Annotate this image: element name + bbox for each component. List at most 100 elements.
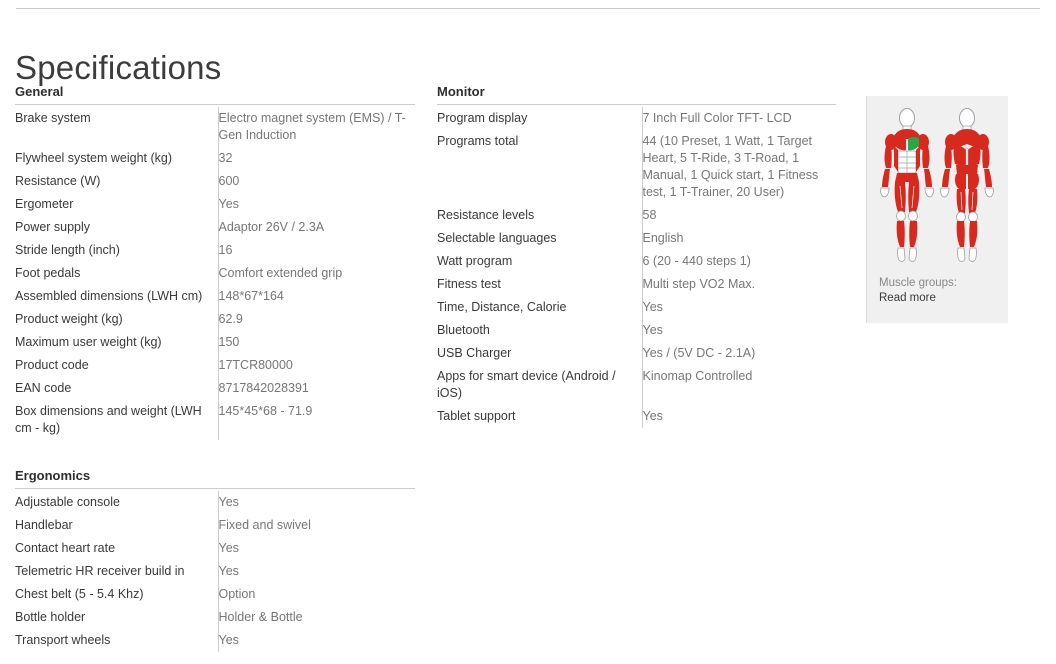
spec-row: Product weight (kg) 62.9 — [15, 308, 415, 331]
spec-row: Handlebar Fixed and swivel — [15, 514, 415, 537]
spec-label: Tablet support — [437, 409, 516, 423]
muscle-groups-label: Muscle groups: — [879, 277, 957, 289]
spec-value: 44 (10 Preset, 1 Watt, 1 Target Heart, 5… — [641, 130, 836, 204]
muscle-groups-caption: Muscle groups: Read more — [879, 276, 957, 306]
section-rule-general — [15, 104, 415, 105]
spec-row: Contact heart rate Yes — [15, 537, 415, 560]
spec-label: Foot pedals — [15, 266, 81, 280]
spec-row: Selectable languages English — [437, 227, 836, 250]
spec-label: Resistance (W) — [15, 174, 101, 188]
spec-row: Flywheel system weight (kg) 32 — [15, 147, 415, 170]
spec-label: Brake system — [15, 111, 91, 125]
spec-label: USB Charger — [437, 346, 512, 360]
spec-label: Contact heart rate — [15, 541, 116, 555]
spec-row: Programs total 44 (10 Preset, 1 Watt, 1 T… — [437, 130, 836, 204]
spec-value: Adaptor 26V / 2.3A — [217, 216, 415, 239]
spec-value: Electro magnet system (EMS) / T-Gen Indu… — [217, 107, 415, 147]
spec-value: Comfort extended grip — [217, 262, 415, 285]
top-divider — [16, 8, 1040, 9]
section-rule-monitor — [437, 104, 836, 105]
spec-label: Adjustable console — [15, 495, 120, 509]
spec-label: Chest belt (5 - 5.4 Khz) — [15, 587, 144, 601]
spec-value: Kinomap Controlled — [641, 365, 836, 405]
spec-value: 16 — [217, 239, 415, 262]
spec-row: Program display 7 Inch Full Color TFT- LC… — [437, 107, 836, 130]
spec-label: Apps for smart device (Android / iOS) — [437, 369, 616, 400]
section-heading-ergonomics: Ergonomics — [15, 468, 91, 483]
spec-label: Box dimensions and weight (LWH cm - kg) — [15, 404, 202, 435]
section-ergonomics: Ergonomics Adjustable console Yes Handleba… — [15, 468, 415, 652]
spec-label: Program display — [437, 111, 528, 125]
muscle-anatomy-icon — [867, 102, 1009, 272]
spec-label: Maximum user weight (kg) — [15, 335, 162, 349]
spec-value: Yes — [217, 193, 415, 216]
spec-value: 17TCR80000 — [217, 354, 415, 377]
spec-row: Resistance levels 58 — [437, 204, 836, 227]
spec-label: Time, Distance, Calorie — [437, 300, 567, 314]
spec-row: Bluetooth Yes — [437, 319, 836, 342]
spec-table-monitor: Program display 7 Inch Full Color TFT- LC… — [437, 107, 836, 428]
spec-table-general: Brake system Electro magnet system (EMS) … — [15, 107, 415, 440]
spec-value: 6 (20 - 440 steps 1) — [641, 250, 836, 273]
spec-row: Watt program 6 (20 - 440 steps 1) — [437, 250, 836, 273]
spec-value: Yes — [217, 629, 415, 652]
spec-row: Product code 17TCR80000 — [15, 354, 415, 377]
spec-value: Yes / (5V DC - 2.1A) — [641, 342, 836, 365]
section-heading-monitor: Monitor — [437, 84, 485, 99]
spec-value: Yes — [641, 296, 836, 319]
spec-value: 8717842028391 — [217, 377, 415, 400]
spec-row: Power supply Adaptor 26V / 2.3A — [15, 216, 415, 239]
spec-label: Assembled dimensions (LWH cm) — [15, 289, 203, 303]
spec-row: Time, Distance, Calorie Yes — [437, 296, 836, 319]
spec-row: Box dimensions and weight (LWH cm - kg) 1… — [15, 400, 415, 440]
spec-label: Ergometer — [15, 197, 74, 211]
spec-row: Foot pedals Comfort extended grip — [15, 262, 415, 285]
spec-value: English — [641, 227, 836, 250]
spec-table-ergonomics: Adjustable console Yes Handlebar Fixed and … — [15, 491, 415, 652]
spec-value: 7 Inch Full Color TFT- LCD — [641, 107, 836, 130]
spec-row: Adjustable console Yes — [15, 491, 415, 514]
section-monitor: Monitor Program display 7 Inch Full Color… — [437, 84, 836, 428]
spec-label: Watt program — [437, 254, 513, 268]
spec-row: Brake system Electro magnet system (EMS) … — [15, 107, 415, 147]
spec-row: Transport wheels Yes — [15, 629, 415, 652]
spec-label: Stride length (inch) — [15, 243, 120, 257]
spec-row: EAN code 8717842028391 — [15, 377, 415, 400]
spec-label: Power supply — [15, 220, 91, 234]
spec-row: Maximum user weight (kg) 150 — [15, 331, 415, 354]
spec-label: Fitness test — [437, 277, 501, 291]
spec-value: Yes — [217, 560, 415, 583]
spec-value: Yes — [641, 319, 836, 342]
spec-value: Yes — [217, 537, 415, 560]
spec-label: Resistance levels — [437, 208, 535, 222]
spec-label: Programs total — [437, 134, 519, 148]
spec-value: Holder & Bottle — [217, 606, 415, 629]
spec-row: Stride length (inch) 16 — [15, 239, 415, 262]
spec-value: 148*67*164 — [217, 285, 415, 308]
spec-label: Bluetooth — [437, 323, 490, 337]
spec-label: Selectable languages — [437, 231, 557, 245]
spec-row: Telemetric HR receiver build in Yes — [15, 560, 415, 583]
section-heading-general: General — [15, 84, 64, 99]
spec-label: Bottle holder — [15, 610, 86, 624]
spec-label: EAN code — [15, 381, 72, 395]
spec-row: Assembled dimensions (LWH cm) 148*67*164 — [15, 285, 415, 308]
spec-label: Handlebar — [15, 518, 73, 532]
page-title: Specifications — [15, 49, 222, 87]
spec-row: Chest belt (5 - 5.4 Khz) Option — [15, 583, 415, 606]
read-more-link[interactable]: Read more — [879, 291, 957, 306]
spec-value: Yes — [641, 405, 836, 428]
spec-value: Fixed and swivel — [217, 514, 415, 537]
spec-value: 58 — [641, 204, 836, 227]
section-rule-ergonomics — [15, 488, 415, 489]
spec-value: 600 — [217, 170, 415, 193]
spec-row: Tablet support Yes — [437, 405, 836, 428]
spec-row: Apps for smart device (Android / iOS) Kin… — [437, 365, 836, 405]
spec-value: 32 — [217, 147, 415, 170]
spec-row: Fitness test Multi step VO2 Max. — [437, 273, 836, 296]
spec-row: USB Charger Yes / (5V DC - 2.1A) — [437, 342, 836, 365]
spec-row: Ergometer Yes — [15, 193, 415, 216]
spec-row: Resistance (W) 600 — [15, 170, 415, 193]
spec-value: Yes — [217, 491, 415, 514]
spec-label: Product weight (kg) — [15, 312, 123, 326]
